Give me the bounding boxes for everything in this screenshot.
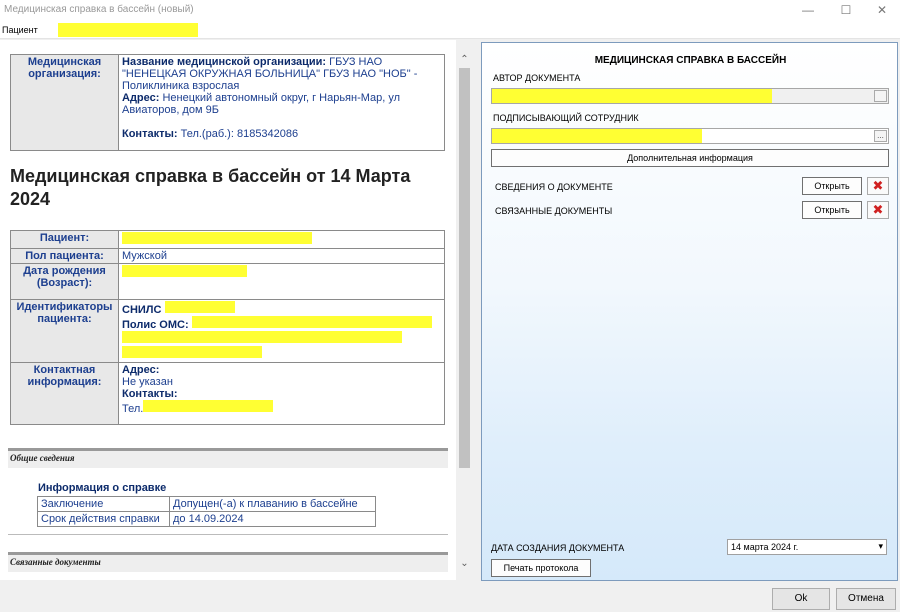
- section-general: Общие сведения: [8, 448, 448, 468]
- related-docs-label: СВЯЗАННЫЕ ДОКУМЕНТЫ: [495, 206, 613, 216]
- cancel-button[interactable]: Отмена: [836, 588, 896, 610]
- dob-cell: [118, 263, 445, 300]
- signer-label: ПОДПИСЫВАЮЩИЙ СОТРУДНИК: [493, 113, 639, 123]
- creation-date-label: ДАТА СОЗДАНИЯ ДОКУМЕНТА: [491, 543, 625, 553]
- cert-value-1: до 14.09.2024: [169, 511, 376, 527]
- window-title: Медицинская справка в бассейн (новый): [4, 4, 194, 15]
- ids-label: Идентификаторы пациента:: [10, 299, 119, 363]
- divider: [8, 534, 448, 535]
- snils-label: СНИЛС: [122, 304, 162, 316]
- dob-label: Дата рождения (Возраст):: [10, 263, 119, 300]
- snils-redacted: [164, 301, 235, 313]
- oms-label: Полис ОМС:: [122, 319, 189, 331]
- organization-table: Медицинская организация: Название медици…: [10, 54, 445, 151]
- author-picker-button[interactable]: [874, 90, 887, 102]
- ok-button[interactable]: Ok: [772, 588, 830, 610]
- org-label: Медицинская организация:: [10, 54, 119, 151]
- author-field[interactable]: [491, 88, 889, 104]
- author-redacted: [492, 89, 772, 103]
- document-properties-panel: МЕДИЦИНСКАЯ СПРАВКА В БАССЕЙН АВТОР ДОКУ…: [481, 42, 898, 581]
- patient-address-label: Адрес:: [122, 364, 160, 376]
- doc-info-open-button[interactable]: Открыть: [802, 177, 862, 195]
- patient-bar: Пациент: [0, 22, 900, 39]
- org-name-label: Название медицинской организации:: [122, 56, 327, 68]
- doc-info-label: СВЕДЕНИЯ О ДОКУМЕНТЕ: [495, 182, 613, 192]
- document-preview[interactable]: Медицинская организация: Название медици…: [0, 40, 456, 580]
- signer-redacted: [492, 129, 702, 143]
- dob-redacted: [122, 265, 247, 277]
- scroll-up-icon[interactable]: ⌃: [456, 52, 473, 68]
- table-row: Заключение Допущен(-а) к плаванию в басс…: [37, 496, 376, 512]
- oms-redacted-2: [122, 331, 402, 343]
- patient-bar-label: Пациент: [2, 25, 38, 35]
- patient-name-redacted-2: [122, 232, 312, 244]
- author-label: АВТОР ДОКУМЕНТА: [493, 73, 581, 83]
- extra-info-button[interactable]: Дополнительная информация: [491, 149, 889, 167]
- patient-name-cell: [118, 230, 445, 249]
- window-titlebar: Медицинская справка в бассейн (новый) — …: [0, 0, 900, 22]
- maximize-icon[interactable]: ☐: [828, 0, 864, 20]
- print-protocol-button[interactable]: Печать протокола: [491, 559, 591, 577]
- ids-cell: СНИЛС Полис ОМС:: [118, 299, 445, 363]
- gender-label: Пол пациента:: [10, 248, 119, 264]
- certificate-heading: Информация о справке: [38, 482, 167, 494]
- patient-table: Пациент: Пол пациента: Мужской Дата рожд…: [10, 230, 445, 425]
- creation-date-picker[interactable]: 14 марта 2024 г. ▾: [727, 539, 887, 555]
- contact-cell: Адрес: Не указан Контакты: Тел.: [118, 362, 445, 425]
- org-address-value: Ненецкий автономный округ, г Нарьян-Мар,…: [122, 92, 401, 116]
- table-row: Срок действия справки до 14.09.2024: [37, 511, 376, 527]
- section-related: Связанные документы: [8, 552, 448, 572]
- org-contacts-value: Тел.(раб.): 8185342086: [177, 128, 299, 140]
- scroll-thumb[interactable]: [459, 68, 470, 468]
- signer-field[interactable]: ...: [491, 128, 889, 144]
- org-details: Название медицинской организации: ГБУЗ Н…: [118, 54, 445, 151]
- creation-date-value: 14 марта 2024 г.: [731, 542, 799, 552]
- org-contacts-label: Контакты:: [122, 128, 178, 140]
- oms-redacted: [191, 316, 432, 328]
- patient-label: Пациент:: [10, 230, 119, 249]
- related-delete-icon[interactable]: ✖: [867, 201, 889, 219]
- doc-info-delete-icon[interactable]: ✖: [867, 177, 889, 195]
- cert-key-1: Срок действия справки: [37, 511, 170, 527]
- patient-phone-redacted: [143, 400, 274, 412]
- cert-value-0: Допущен(-а) к плаванию в бассейне: [169, 496, 376, 512]
- certificate-table: Заключение Допущен(-а) к плаванию в басс…: [37, 496, 376, 527]
- minimize-icon[interactable]: —: [790, 0, 826, 20]
- cert-key-0: Заключение: [37, 496, 170, 512]
- patient-contacts-label: Контакты:: [122, 388, 178, 400]
- oms-redacted-3: [122, 346, 262, 358]
- patient-phone-prefix: Тел.: [122, 403, 144, 415]
- org-address-label: Адрес:: [122, 92, 160, 104]
- patient-address-value: Не указан: [122, 376, 173, 388]
- patient-name-redacted: [58, 23, 198, 37]
- document-scrollbar[interactable]: ⌃ ⌄: [456, 40, 473, 580]
- related-open-button[interactable]: Открыть: [802, 201, 862, 219]
- gender-value: Мужской: [118, 248, 445, 264]
- contact-label: Контактная информация:: [10, 362, 119, 425]
- calendar-dropdown-icon[interactable]: ▾: [878, 541, 883, 552]
- signer-picker-button[interactable]: ...: [874, 130, 887, 142]
- scroll-down-icon[interactable]: ⌄: [456, 556, 473, 572]
- panel-title: МЕДИЦИНСКАЯ СПРАВКА В БАССЕЙН: [594, 55, 787, 66]
- document-title: Медицинская справка в бассейн от 14 Март…: [10, 166, 411, 209]
- close-icon[interactable]: ✕: [864, 0, 900, 20]
